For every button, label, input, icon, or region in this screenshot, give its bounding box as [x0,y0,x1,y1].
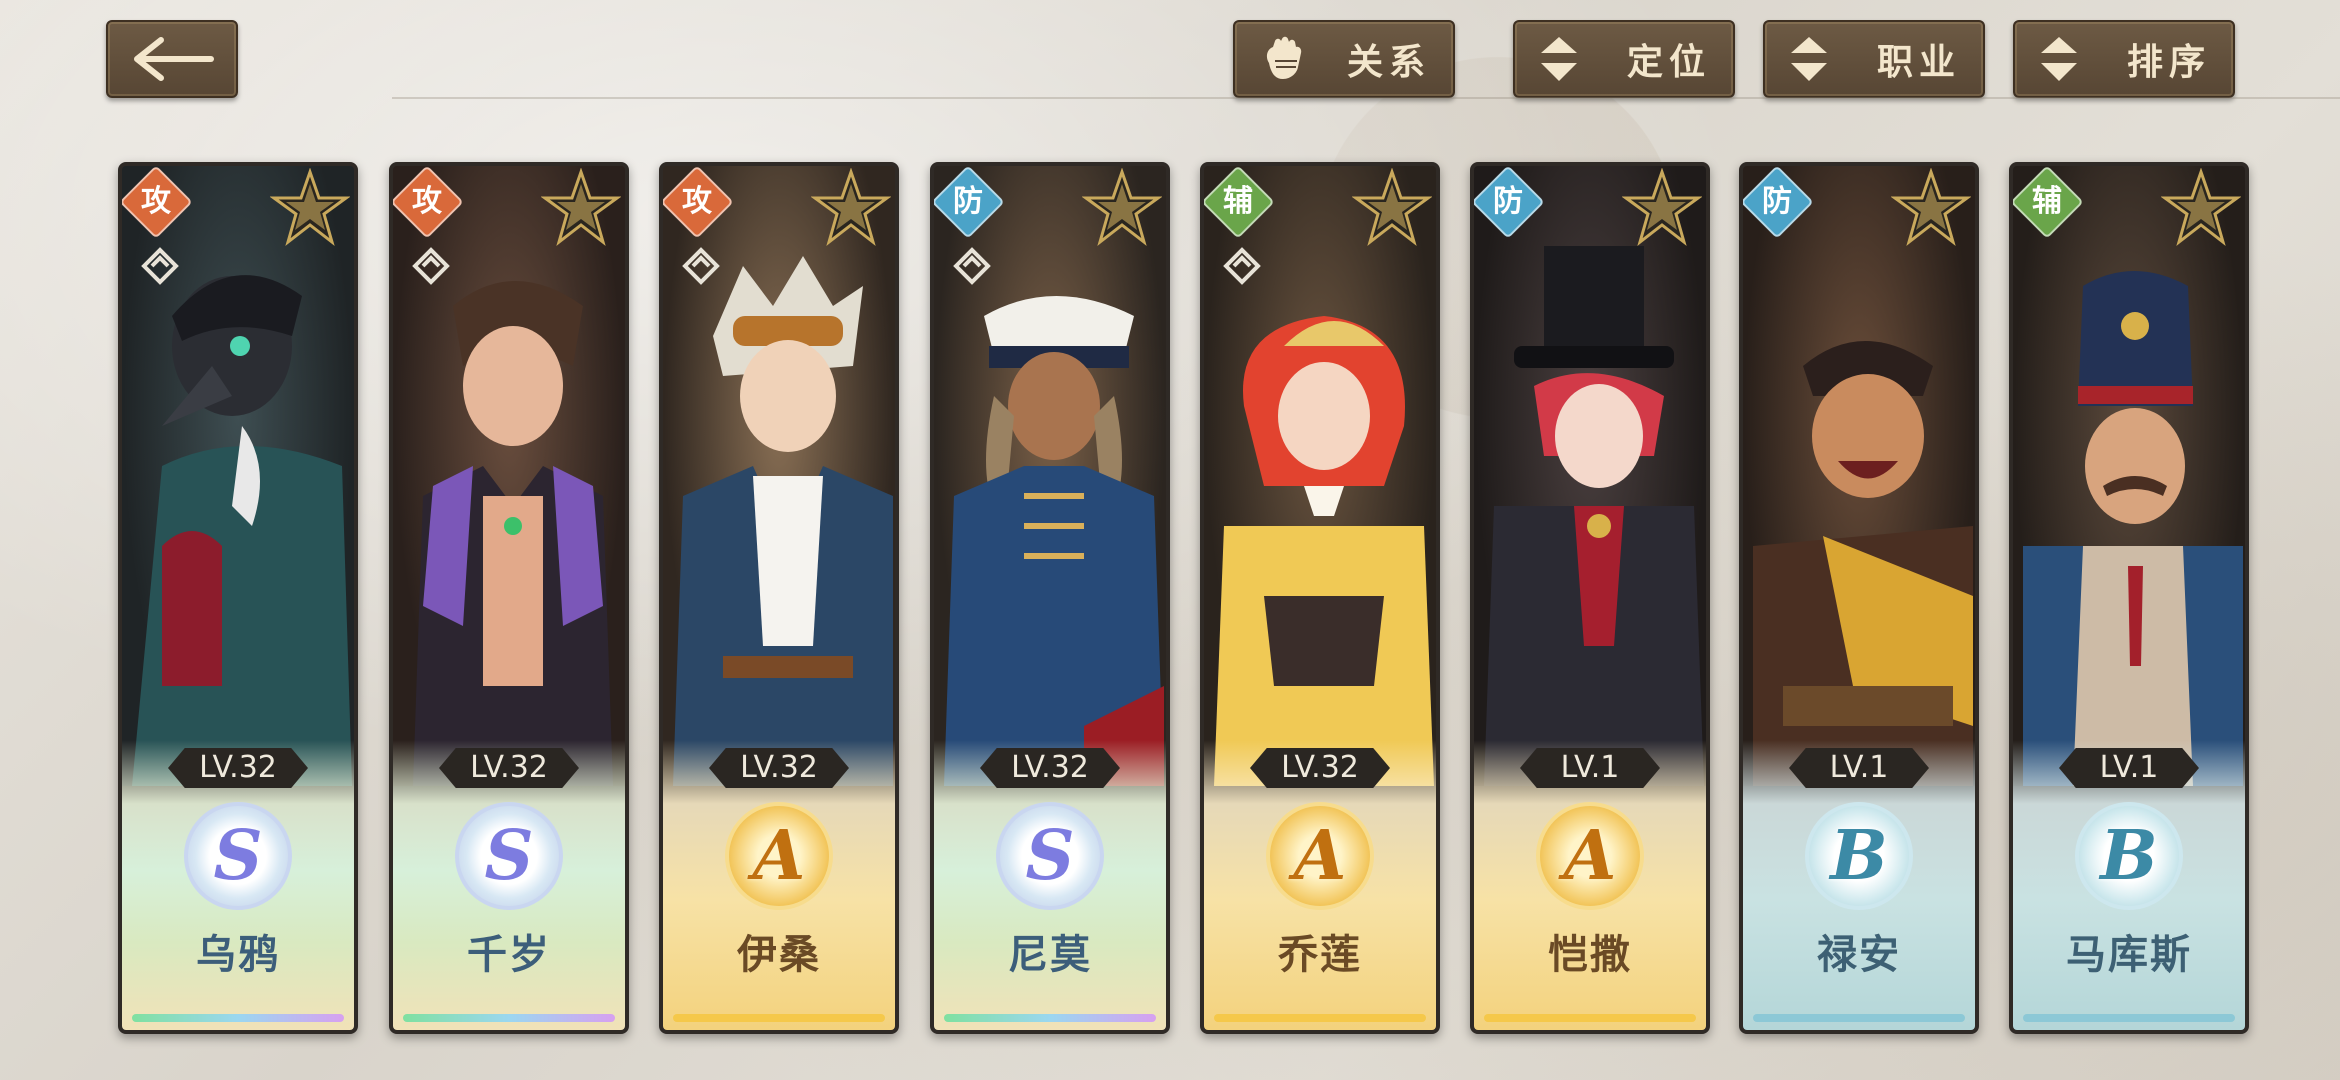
level-badge: LV.32 [709,748,849,788]
star-icon [1622,168,1702,246]
character-portrait [2013,166,2245,786]
rarity-bar [673,1014,885,1022]
link-icon [412,247,450,285]
role-label: 攻 [412,184,442,219]
glove-icon [1266,36,1302,79]
rank-icon-s: S [455,802,563,910]
character-name: 伊桑 [737,931,821,978]
rarity-bar [2023,1014,2235,1022]
class-filter-button[interactable]: 职业 [1763,20,1985,98]
character-card[interactable]: 防 LV.1 A 恺撒 [1470,162,1710,1034]
rank-icon-b: B [1805,802,1913,910]
character-card[interactable]: 辅 LV.32 A 乔莲 [1200,162,1440,1034]
rank-icon-a: A [1266,802,1374,910]
role-label: 防 [1493,184,1523,219]
rank-icon-s: S [184,802,292,910]
star-icon [541,168,621,246]
relation-label: 关系 [1346,41,1431,83]
sort-label: 排序 [2126,41,2211,83]
character-portrait [1743,166,1975,786]
link-icon [141,247,179,285]
back-arrow-icon [134,37,214,81]
relation-button[interactable]: 关系 [1233,20,1455,98]
character-card[interactable]: 攻 LV.32 A 伊桑 [659,162,899,1034]
rank-icon-a: A [725,802,833,910]
character-card[interactable]: 防 LV.1 B 禄安 [1739,162,1979,1034]
character-card[interactable]: 辅 LV.1 B 马库斯 [2009,162,2249,1034]
rank-icon-b: B [2075,802,2183,910]
character-card[interactable]: 防 LV.32 S 尼莫 [930,162,1170,1034]
rank-icon-a: A [1536,802,1644,910]
rank-icon-s: S [996,802,1104,910]
level-badge: LV.32 [439,748,579,788]
character-name: 千岁 [467,931,551,978]
sort-updown-icon [1541,37,1577,81]
position-filter-button[interactable]: 定位 [1513,20,1735,98]
sort-updown-icon [2041,37,2077,81]
header-divider [392,97,2340,99]
rarity-bar [403,1014,615,1022]
character-card[interactable]: 攻 LV.32 S 千岁 [389,162,629,1034]
rarity-bar [1214,1014,1426,1022]
sort-updown-icon [1791,37,1827,81]
character-portrait [1474,166,1706,786]
role-label: 攻 [682,184,712,219]
level-badge: LV.1 [1789,748,1929,788]
role-label: 攻 [141,184,171,219]
star-icon [2161,168,2241,246]
character-name: 乌鸦 [196,931,280,978]
sort-button[interactable]: 排序 [2013,20,2235,98]
back-button[interactable] [106,20,238,98]
star-icon [1082,168,1162,246]
link-icon [1223,247,1261,285]
level-badge: LV.32 [1250,748,1390,788]
role-label: 防 [953,184,983,219]
rarity-bar [1753,1014,1965,1022]
level-badge: LV.32 [980,748,1120,788]
character-name: 禄安 [1817,931,1901,978]
rarity-bar [944,1014,1156,1022]
role-label: 辅 [2032,184,2062,219]
level-badge: LV.1 [1520,748,1660,788]
role-label: 辅 [1223,184,1253,219]
rarity-bar [1484,1014,1696,1022]
character-name: 恺撒 [1548,931,1632,978]
rarity-bar [132,1014,344,1022]
link-icon [682,247,720,285]
link-icon [953,247,991,285]
character-name: 马库斯 [2066,931,2192,978]
star-icon [270,168,350,246]
character-name: 尼莫 [1008,931,1092,978]
character-card[interactable]: 攻 LV.32 S 乌鸦 [118,162,358,1034]
position-label: 定位 [1626,41,1711,83]
star-icon [1352,168,1432,246]
class-label: 职业 [1876,41,1961,83]
character-name: 乔莲 [1278,931,1362,978]
star-icon [1891,168,1971,246]
role-label: 防 [1762,184,1792,219]
level-badge: LV.1 [2059,748,2199,788]
star-icon [811,168,891,246]
level-badge: LV.32 [168,748,308,788]
